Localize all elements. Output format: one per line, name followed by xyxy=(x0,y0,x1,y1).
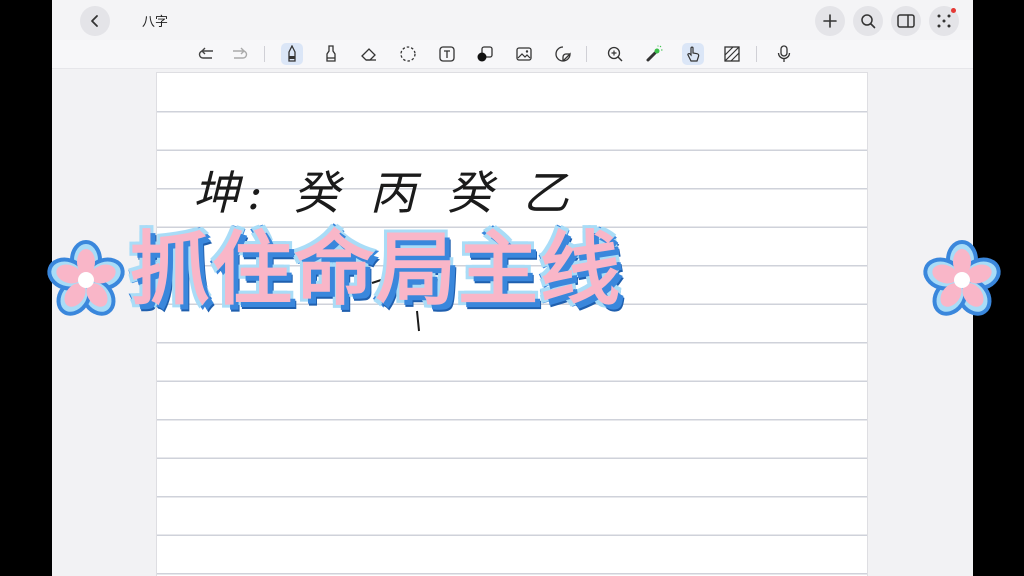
sticker-tool[interactable] xyxy=(552,43,574,65)
image-tool[interactable] xyxy=(513,43,535,65)
eraser-tool[interactable] xyxy=(358,43,380,65)
microphone-icon xyxy=(777,45,791,62)
highlighter-icon xyxy=(326,45,336,62)
sidebar-toggle-button[interactable] xyxy=(891,6,921,36)
add-page-button[interactable] xyxy=(815,6,845,36)
shapes-tool[interactable] xyxy=(474,43,496,65)
laser-tool[interactable] xyxy=(643,43,665,65)
text-tool[interactable] xyxy=(436,43,458,65)
toolbar-divider xyxy=(264,46,265,62)
search-icon xyxy=(861,14,876,29)
zoom-icon xyxy=(607,46,623,62)
zoom-tool[interactable] xyxy=(604,43,626,65)
laser-icon xyxy=(646,45,663,62)
text-icon xyxy=(439,46,455,62)
grid-dots-icon xyxy=(937,14,951,28)
chevron-left-icon xyxy=(91,15,98,27)
title-banner: 抓住命局主线 xyxy=(0,216,1024,326)
sticker-icon xyxy=(555,46,571,62)
drawing-toolbar xyxy=(52,40,973,69)
back-button[interactable] xyxy=(80,6,110,36)
notification-dot xyxy=(951,8,956,13)
microphone-button[interactable] xyxy=(773,43,795,65)
undo-button[interactable] xyxy=(196,43,218,65)
pen-icon xyxy=(288,45,296,62)
lasso-icon xyxy=(400,46,416,62)
touch-draw-tool[interactable] xyxy=(682,43,704,65)
highlighter-tool[interactable] xyxy=(320,43,342,65)
redo-icon xyxy=(233,47,248,59)
lasso-tool[interactable] xyxy=(397,43,419,65)
image-icon xyxy=(516,47,532,61)
flower-left-icon xyxy=(47,240,125,316)
pattern-icon xyxy=(724,46,740,62)
more-button[interactable] xyxy=(929,6,959,36)
banner-title: 抓住命局主线 xyxy=(128,221,623,319)
redo-button[interactable] xyxy=(228,43,250,65)
top-bar: 八字 xyxy=(52,0,973,40)
toolbar-divider xyxy=(586,46,587,62)
top-actions xyxy=(815,6,959,36)
sidebar-icon xyxy=(897,14,915,28)
plus-icon xyxy=(823,14,837,28)
flower-right-icon xyxy=(923,240,1001,316)
shapes-icon xyxy=(477,46,493,62)
document-title: 八字 xyxy=(142,15,169,30)
pattern-tool[interactable] xyxy=(721,43,743,65)
toolbar-divider xyxy=(756,46,757,62)
handwriting-line1: 坤: 癸 丙 癸 乙 xyxy=(193,166,577,220)
search-button[interactable] xyxy=(853,6,883,36)
pen-tool[interactable] xyxy=(281,43,303,65)
eraser-icon xyxy=(361,48,376,61)
touch-draw-icon xyxy=(687,46,700,62)
undo-icon xyxy=(198,47,213,59)
